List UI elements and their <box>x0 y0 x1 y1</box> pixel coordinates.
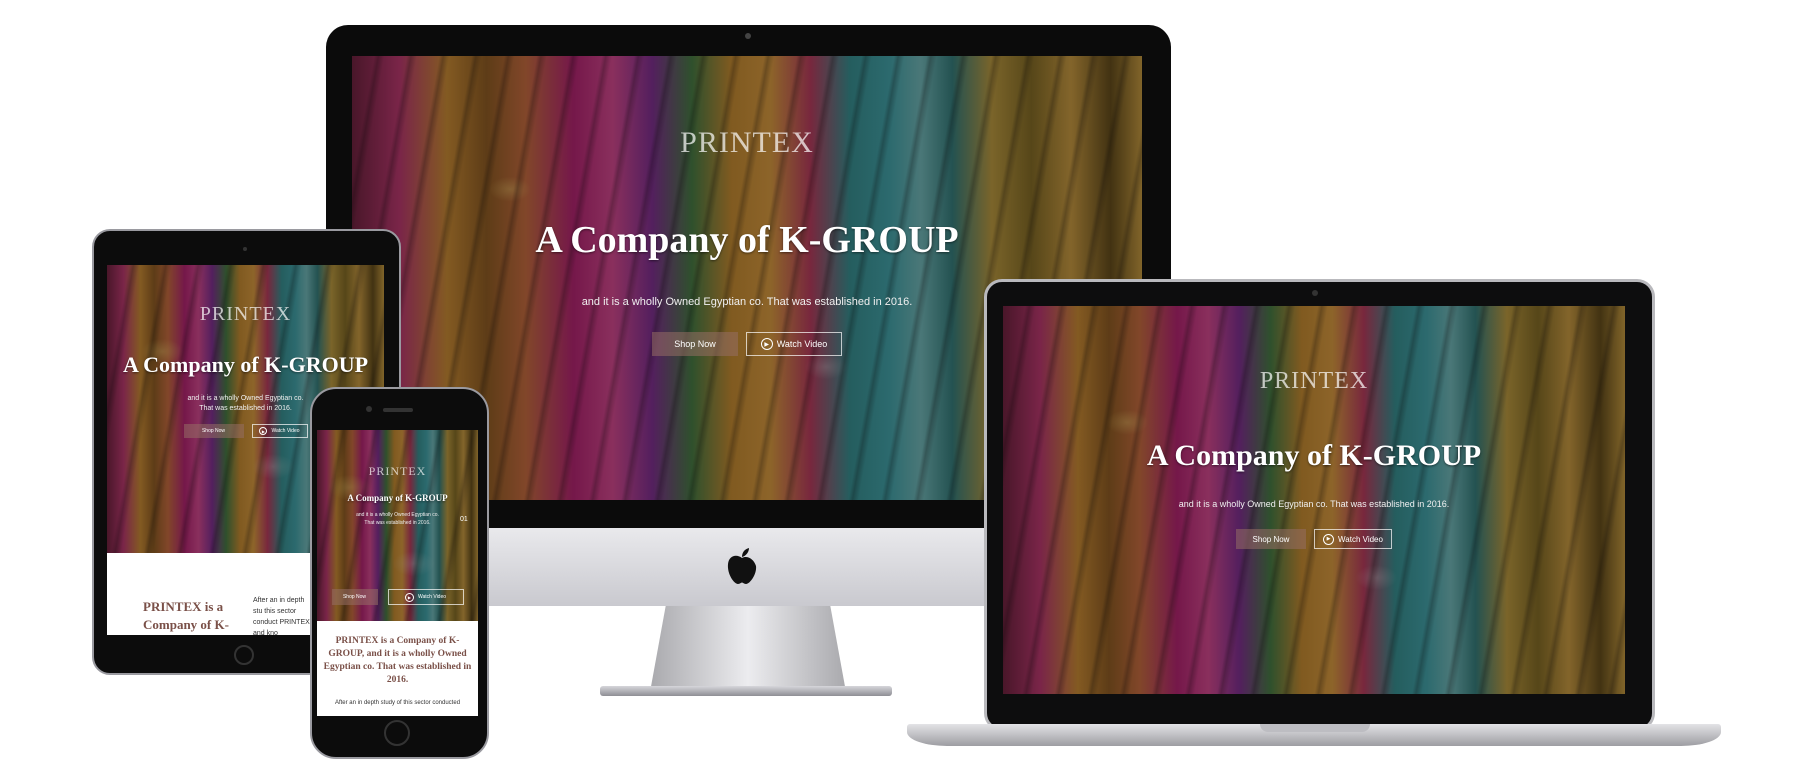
hero-headline: A Company of K-GROUP <box>535 219 959 261</box>
slide-number[interactable]: 01 <box>460 516 468 523</box>
play-circle-icon: ▶ <box>1323 533 1335 545</box>
hero-section: PRINTEX A Company of K-GROUP and it is a… <box>317 430 478 621</box>
laptop-screen: PRINTEX A Company of K-GROUP and it is a… <box>1003 306 1625 694</box>
play-circle-icon: ▶ <box>760 338 773 350</box>
shop-now-label: Shop Now <box>342 594 367 600</box>
play-circle-icon: ▶ <box>259 427 268 435</box>
hero-tagline: and it is a wholly Owned Egyptian co. Th… <box>187 395 304 412</box>
watch-video-button[interactable]: ▶ Watch Video <box>1314 529 1392 549</box>
site-logo[interactable]: PRINTEX <box>1260 368 1368 395</box>
site-logo[interactable]: PRINTEX <box>200 303 291 326</box>
shop-now-button[interactable]: Shop Now <box>183 424 244 438</box>
watch-video-label: Watch Video <box>776 339 828 349</box>
phone-screen: PRINTEX A Company of K-GROUP and it is a… <box>317 430 478 716</box>
hero-section: PRINTEX A Company of K-GROUP and it is a… <box>1003 306 1625 694</box>
hero-tagline: and it is a wholly Owned Egyptian co. Th… <box>1178 499 1450 509</box>
laptop-camera <box>1312 290 1318 296</box>
tablet-home-button <box>234 645 254 665</box>
watch-video-button[interactable]: ▶ Watch Video <box>746 332 842 356</box>
apple-logo-icon <box>725 546 759 586</box>
hero-headline: A Company of K-GROUP <box>347 493 448 503</box>
site-logo[interactable]: PRINTEX <box>369 464 427 479</box>
watch-video-label: Watch Video <box>1338 534 1383 544</box>
hero-tagline: and it is a wholly Owned Egyptian co. Th… <box>356 512 439 526</box>
hero-headline: A Company of K-GROUP <box>1146 439 1482 472</box>
hero-tagline: and it is a wholly Owned Egyptian co. Th… <box>581 296 913 308</box>
laptop-notch <box>1260 724 1370 732</box>
hero-headline: A Company of K-GROUP <box>122 352 369 377</box>
shop-now-label: Shop Now <box>674 339 716 349</box>
play-circle-icon: ▶ <box>404 592 414 602</box>
watch-video-label: Watch Video <box>417 594 447 600</box>
watch-video-button[interactable]: ▶ Watch Video <box>387 589 464 605</box>
watch-video-button[interactable]: ▶ Watch Video <box>251 424 308 438</box>
imac-base <box>600 686 892 696</box>
shop-now-label: Shop Now <box>201 428 226 434</box>
shop-now-button[interactable]: Shop Now <box>652 332 738 356</box>
imac-stand <box>650 606 846 692</box>
about-text: After an in depth stu this sector conduc… <box>253 597 312 635</box>
shop-now-button[interactable]: Shop Now <box>1236 529 1306 549</box>
imac-camera <box>745 33 751 39</box>
about-text: After an in depth study of this sector c… <box>334 700 461 706</box>
shop-now-button[interactable]: Shop Now <box>331 589 378 605</box>
site-logo[interactable]: PRINTEX <box>680 126 814 160</box>
tablet-camera <box>243 247 247 251</box>
shop-now-label: Shop Now <box>1252 534 1290 544</box>
watch-video-label: Watch Video <box>271 428 300 434</box>
about-heading: PRINTEX is a Company of K-GROUP, and it … <box>323 636 472 685</box>
phone-home-button <box>384 720 410 746</box>
about-heading: PRINTEX is a Company of K- <box>143 599 229 632</box>
